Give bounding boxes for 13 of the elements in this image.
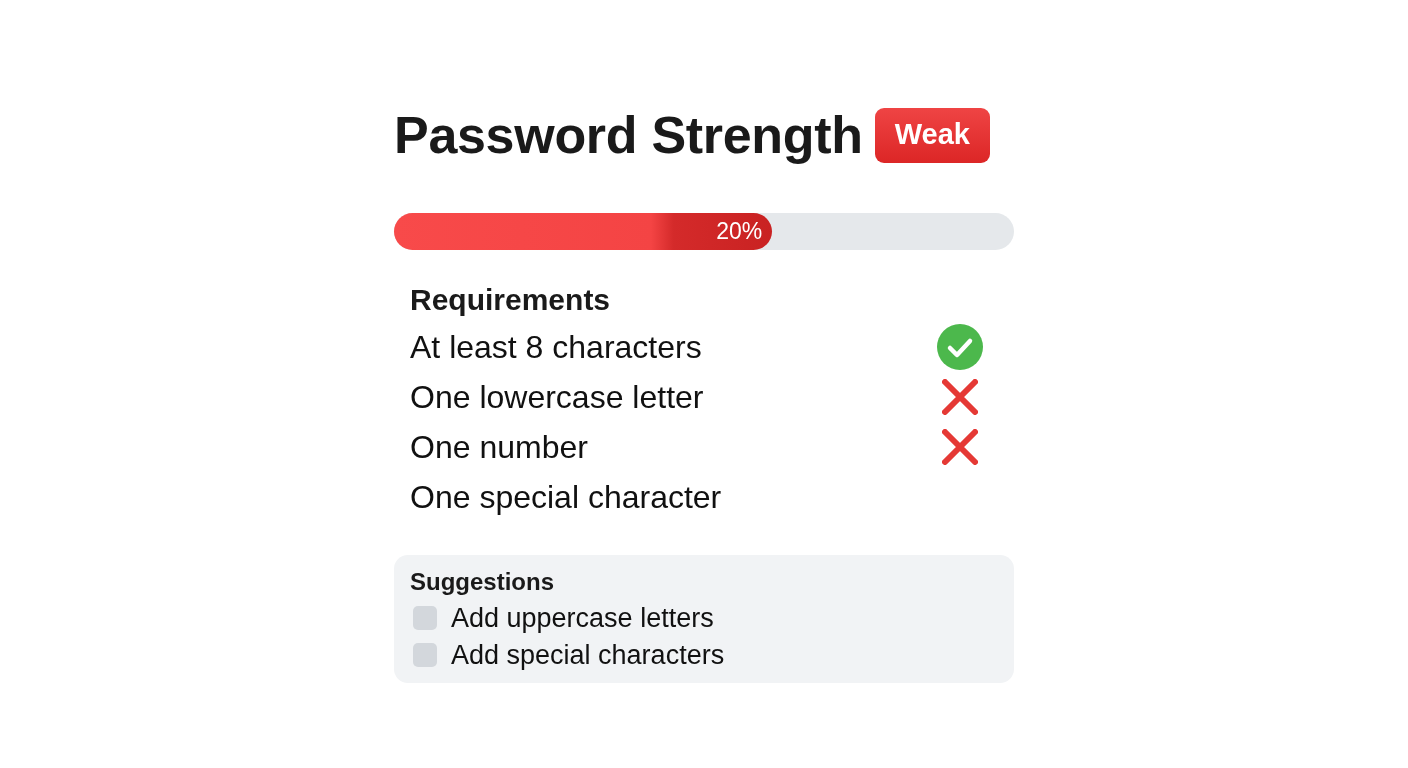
progress-percentage: 20% — [716, 220, 763, 243]
page-title: Password Strength — [394, 106, 863, 164]
requirement-text: At least 8 characters — [410, 328, 702, 366]
section-heading: Suggestions — [410, 567, 554, 597]
section-heading: Requirements — [410, 282, 611, 318]
strength-badge: Weak — [874, 107, 990, 163]
requirement-text: One lowercase letter — [410, 378, 704, 416]
requirement-text: One number — [410, 428, 588, 466]
suggestion-text: Add uppercase letters — [451, 601, 714, 634]
suggestion-text: Add special characters — [451, 638, 725, 671]
checkbox[interactable] — [413, 605, 437, 630]
checkbox[interactable] — [413, 642, 437, 667]
requirement-text: One special character — [410, 478, 722, 516]
